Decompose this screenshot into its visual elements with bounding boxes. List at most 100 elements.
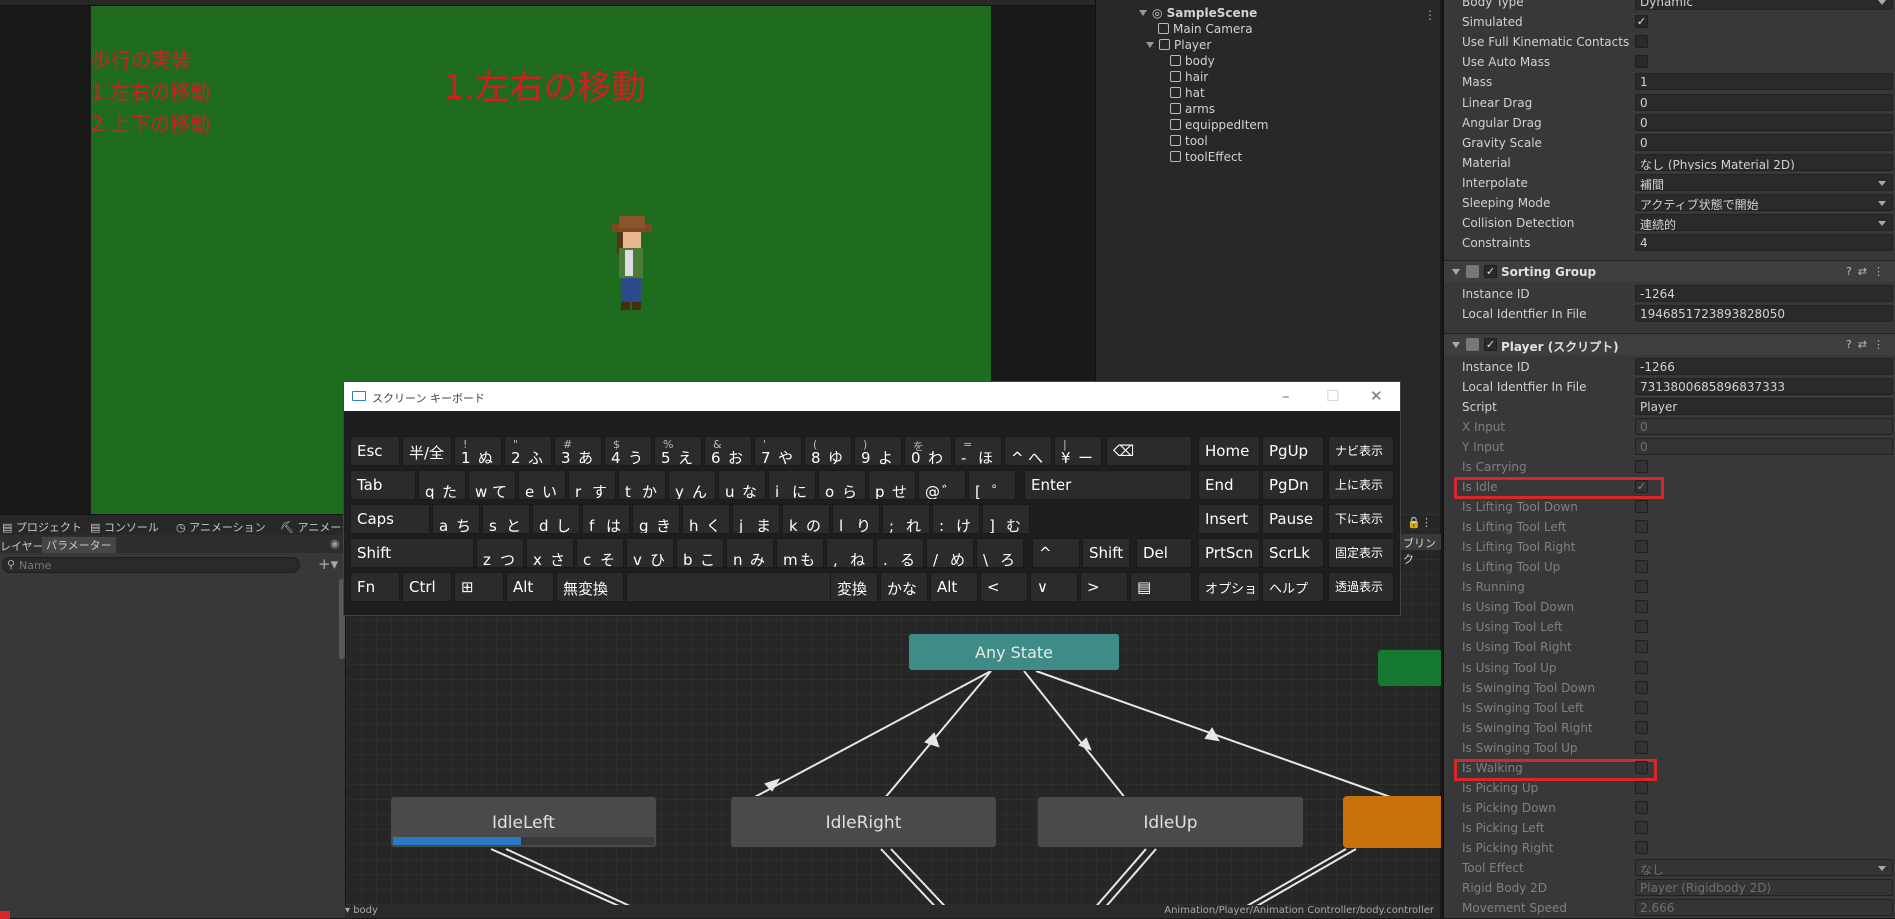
field-value[interactable]: アクティブ状態で開始 xyxy=(1635,194,1893,211)
parameter-row[interactable]: isUsingToolLeft xyxy=(0,788,338,814)
component-menu-icons[interactable]: ?⇄⋮ xyxy=(1846,338,1890,351)
key-][interactable]: ] む xyxy=(982,504,1030,534)
key-y[interactable]: yん xyxy=(668,470,716,500)
key-変換[interactable]: 変換 xyxy=(830,572,878,602)
tab-parameters[interactable]: パラメーター xyxy=(42,537,116,553)
field-checkbox[interactable] xyxy=(1635,660,1648,674)
key-nav[interactable]: ナビ表示 xyxy=(1328,436,1394,466)
parameter-row[interactable]: isUsingToolUp xyxy=(0,710,338,736)
field-value[interactable]: 4 xyxy=(1635,234,1893,252)
key-c[interactable]: cそ xyxy=(576,538,624,568)
field-value[interactable]: -1266 xyxy=(1635,358,1893,375)
window-titlebar[interactable]: スクリーン キーボード – ☐ ✕ xyxy=(344,382,1400,411)
key-@[interactable]: @ ゛ xyxy=(918,470,966,500)
key-Esc[interactable]: Esc xyxy=(350,436,400,466)
key-6[interactable]: & 6 お xyxy=(704,436,752,466)
key-Shift[interactable]: Shift xyxy=(1082,538,1130,568)
field-checkbox[interactable]: ✓ xyxy=(1635,15,1648,29)
key-Alt[interactable]: Alt xyxy=(506,572,554,602)
key-q[interactable]: qた xyxy=(418,470,466,500)
state-default[interactable] xyxy=(1343,796,1441,848)
key-h[interactable]: hく xyxy=(682,504,730,534)
key-¥[interactable]: | ¥ ー xyxy=(1054,436,1102,466)
key-w[interactable]: wて xyxy=(468,470,516,500)
key-Alt[interactable]: Alt xyxy=(930,572,978,602)
key-.[interactable]: .る xyxy=(876,538,924,568)
field-checkbox[interactable]: ✓ xyxy=(1635,480,1648,494)
key-nav[interactable]: 上に表示 xyxy=(1328,470,1394,500)
key-,[interactable]: ,ね xyxy=(826,538,874,568)
key-s[interactable]: sと xyxy=(482,504,530,534)
parameter-trigger-toggle[interactable] xyxy=(264,768,277,781)
field-checkbox[interactable] xyxy=(1635,820,1648,834)
parameter-row[interactable]: toolEffect 0 xyxy=(0,683,338,709)
key-⊞[interactable]: ⊞ xyxy=(454,572,504,602)
close-button[interactable]: ✕ xyxy=(1370,387,1383,405)
parameter-value-input[interactable]: 0 xyxy=(262,686,328,704)
key-nav[interactable]: オプション xyxy=(1198,572,1260,602)
key-Shift[interactable]: Shift xyxy=(350,538,474,568)
key-r[interactable]: rす xyxy=(568,470,616,500)
key-∨[interactable]: ∨ xyxy=(1030,572,1078,602)
field-checkbox[interactable] xyxy=(1635,680,1648,694)
field-checkbox[interactable] xyxy=(1635,700,1648,714)
key-nav[interactable]: ヘルプ xyxy=(1262,572,1324,602)
state-idle-right[interactable]: IdleRight xyxy=(730,796,997,848)
field-checkbox[interactable] xyxy=(1635,640,1648,654)
field-value[interactable]: -1264 xyxy=(1635,285,1893,302)
field-value[interactable]: なし (Physics Material 2D) xyxy=(1635,153,1893,171)
key-t[interactable]: tか xyxy=(618,470,666,500)
field-checkbox[interactable] xyxy=(1635,800,1648,814)
parameter-trigger-toggle[interactable] xyxy=(264,742,277,755)
parameter-row[interactable]: isSwingingToolLeft xyxy=(0,892,338,918)
key-nav[interactable]: PrtScn xyxy=(1198,538,1260,568)
component-enabled-checkbox[interactable]: ✓ xyxy=(1484,338,1497,351)
field-checkbox[interactable] xyxy=(1635,840,1648,854)
key-無変換[interactable]: 無変換 xyxy=(556,572,624,602)
tab-project[interactable]: ▤ プロジェクト xyxy=(2,519,82,535)
minimize-button[interactable]: – xyxy=(1282,387,1290,405)
field-value[interactable]: 連続的 xyxy=(1635,214,1893,232)
key-;[interactable]: ; れ xyxy=(882,504,930,534)
more-vertical-icon[interactable]: ⋮ xyxy=(1424,8,1436,22)
key-1[interactable]: ! 1 ぬ xyxy=(454,436,502,466)
player-script-header[interactable]: ✓ Player (スクリプト) ?⇄⋮ xyxy=(1444,333,1895,355)
maximize-button[interactable]: ☐ xyxy=(1326,387,1339,405)
key-nav[interactable]: 下に表示 xyxy=(1328,504,1394,534)
key-Caps[interactable]: Caps xyxy=(350,504,430,534)
field-value[interactable]: Dynamic xyxy=(1635,0,1893,10)
key-3[interactable]: #3 あ xyxy=(554,436,602,466)
parameter-trigger-toggle[interactable] xyxy=(264,716,277,729)
animator-breadcrumb[interactable]: ▾ body xyxy=(345,905,378,916)
parameter-bool-checkbox[interactable] xyxy=(263,637,276,650)
field-checkbox[interactable] xyxy=(1635,740,1648,754)
field-checkbox[interactable] xyxy=(1635,560,1648,574)
key-[[interactable]: [゜ xyxy=(968,470,1016,500)
key-Ctrl[interactable]: Ctrl xyxy=(402,572,452,602)
key-v[interactable]: vひ xyxy=(626,538,674,568)
key-9[interactable]: ) 9 よ xyxy=(854,436,902,466)
parameter-row[interactable]: isUsingToolRight xyxy=(0,762,338,788)
key-2[interactable]: " 2 ふ xyxy=(504,436,552,466)
chevron-down-icon[interactable] xyxy=(1452,269,1460,275)
key-nav[interactable]: 透過表示 xyxy=(1328,572,1394,602)
key-:[interactable]: :け xyxy=(932,504,980,534)
field-value[interactable]: 1 xyxy=(1635,73,1893,91)
tab-layers[interactable]: レイヤー xyxy=(0,538,44,554)
key-f[interactable]: fは xyxy=(582,504,630,534)
field-value[interactable]: 0 xyxy=(1635,93,1893,111)
key-nav[interactable]: Insert xyxy=(1198,504,1260,534)
field-checkbox[interactable] xyxy=(1635,760,1648,774)
parameter-row[interactable]: xInput 0 xyxy=(0,579,338,605)
parameter-value-input[interactable]: 0 xyxy=(262,608,328,626)
hierarchy-item[interactable]: Player xyxy=(1146,38,1491,54)
key--[interactable]: = - ほ xyxy=(954,436,1002,466)
field-checkbox[interactable] xyxy=(1635,460,1648,473)
key-k[interactable]: kの xyxy=(782,504,830,534)
key-x[interactable]: xさ xyxy=(526,538,574,568)
field-value[interactable]: 0 xyxy=(1635,133,1893,151)
component-menu-icons[interactable]: ?⇄⋮ xyxy=(1846,265,1890,278)
key-4[interactable]: $4 う xyxy=(604,436,652,466)
parameter-row[interactable]: isRunning xyxy=(0,657,338,683)
field-checkbox[interactable] xyxy=(1635,780,1648,794)
